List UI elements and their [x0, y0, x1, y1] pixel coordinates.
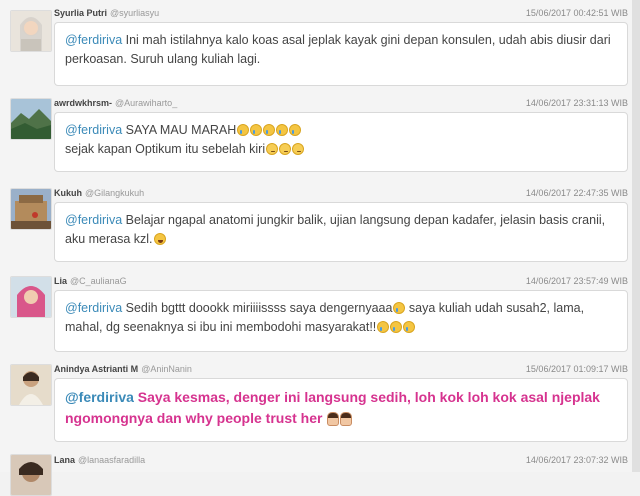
- tweet-body: Ini mah istilahnya kalo koas asal jeplak…: [65, 33, 611, 66]
- avatar[interactable]: [10, 364, 52, 406]
- confused-face-icon: [279, 143, 292, 155]
- tweet-body-line2: sejak kapan Optikum itu sebelah kiri: [65, 142, 266, 156]
- user-handle[interactable]: @AninNanin: [141, 364, 192, 374]
- avatar[interactable]: [10, 10, 52, 52]
- tweet-body: SAYA MAU MARAH: [122, 123, 237, 137]
- crying-face-icon: [263, 124, 276, 136]
- mention-link[interactable]: @ferdiriva: [65, 301, 122, 315]
- user-handle[interactable]: @lanaasfaradilla: [78, 455, 145, 465]
- tweet-text: @ferdiriva SAYA MAU MARAH sejak kapan Op…: [54, 112, 628, 172]
- avatar[interactable]: [10, 454, 52, 496]
- user-handle[interactable]: @Gilangkukuh: [85, 188, 144, 198]
- tweet-feed: Syurlia Putri @syurliasyu 15/06/2017 00:4…: [0, 0, 632, 496]
- tweet-meta: Lia @C_aulianaG: [54, 276, 127, 290]
- tweet-meta: awrdwkhrsm- @Aurawiharto_: [54, 98, 177, 112]
- user-name[interactable]: awrdwkhrsm-: [54, 98, 112, 108]
- tweet-meta: Syurlia Putri @syurliasyu: [54, 8, 159, 22]
- crying-face-icon: [276, 124, 289, 136]
- tweet-item: awrdwkhrsm- @Aurawiharto_ 14/06/2017 23:3…: [0, 92, 632, 180]
- tweet-item: Anindya Astrianti M @AninNanin 15/06/2017…: [0, 358, 632, 450]
- tweet-timestamp: 14/06/2017 22:47:35 WIB: [525, 188, 628, 198]
- tweet-timestamp: 15/06/2017 01:09:17 WIB: [525, 364, 628, 374]
- mention-link[interactable]: @ferdiriva: [65, 123, 122, 137]
- user-handle[interactable]: @C_aulianaG: [70, 276, 127, 286]
- tweet-item: Lia @C_aulianaG 14/06/2017 23:57:49 WIB @…: [0, 270, 632, 358]
- crying-face-icon: [393, 302, 406, 314]
- user-name[interactable]: Syurlia Putri: [54, 8, 107, 18]
- tweet-timestamp: 14/06/2017 23:31:13 WIB: [525, 98, 628, 108]
- tweet-timestamp: 14/06/2017 23:07:32 WIB: [525, 455, 628, 465]
- user-name[interactable]: Lia: [54, 276, 67, 286]
- woman-gesturing-icon: [327, 412, 340, 426]
- tweet-text: @ferdiriva Saya kesmas, denger ini langs…: [54, 378, 628, 442]
- confused-face-icon: [266, 143, 279, 155]
- confused-face-icon: [292, 143, 305, 155]
- crying-face-icon: [289, 124, 302, 136]
- tweet-meta: Anindya Astrianti M @AninNanin: [54, 364, 192, 378]
- tweet-item: Lana @lanaasfaradilla 14/06/2017 23:07:32…: [0, 450, 632, 496]
- tweet-body: Belajar ngapal anatomi jungkir balik, uj…: [65, 213, 606, 246]
- laughing-face-icon: [153, 233, 166, 245]
- tweet-timestamp: 14/06/2017 23:57:49 WIB: [525, 276, 628, 286]
- crying-face-icon: [403, 321, 416, 333]
- mention-link[interactable]: @ferdiriva: [65, 389, 134, 405]
- user-name[interactable]: Anindya Astrianti M: [54, 364, 138, 374]
- user-handle[interactable]: @Aurawiharto_: [115, 98, 177, 108]
- woman-gesturing-icon: [340, 412, 353, 426]
- avatar[interactable]: [10, 98, 52, 140]
- tweet-text: @ferdiriva Ini mah istilahnya kalo koas …: [54, 22, 628, 86]
- tweet-meta: Kukuh @Gilangkukuh: [54, 188, 144, 202]
- crying-face-icon: [250, 124, 263, 136]
- tweet-item: Syurlia Putri @syurliasyu 15/06/2017 00:4…: [0, 0, 632, 92]
- mention-link[interactable]: @ferdiriva: [65, 33, 122, 47]
- tweet-text: @ferdiriva Sedih bgttt doookk miriiiisss…: [54, 290, 628, 352]
- user-name[interactable]: Lana: [54, 455, 75, 465]
- avatar[interactable]: [10, 276, 52, 318]
- tweet-timestamp: 15/06/2017 00:42:51 WIB: [525, 8, 628, 18]
- tweet-body: Sedih bgttt doookk miriiiissss saya deng…: [122, 301, 393, 315]
- mention-link[interactable]: @ferdiriva: [65, 213, 122, 227]
- crying-face-icon: [237, 124, 250, 136]
- crying-face-icon: [377, 321, 390, 333]
- user-handle[interactable]: @syurliasyu: [110, 8, 159, 18]
- user-name[interactable]: Kukuh: [54, 188, 82, 198]
- tweet-meta: Lana @lanaasfaradilla: [54, 455, 145, 469]
- crying-face-icon: [390, 321, 403, 333]
- avatar[interactable]: [10, 188, 52, 230]
- tweet-text: @ferdiriva Belajar ngapal anatomi jungki…: [54, 202, 628, 262]
- scrollbar[interactable]: [632, 0, 640, 472]
- tweet-item: Kukuh @Gilangkukuh 14/06/2017 22:47:35 WI…: [0, 182, 632, 270]
